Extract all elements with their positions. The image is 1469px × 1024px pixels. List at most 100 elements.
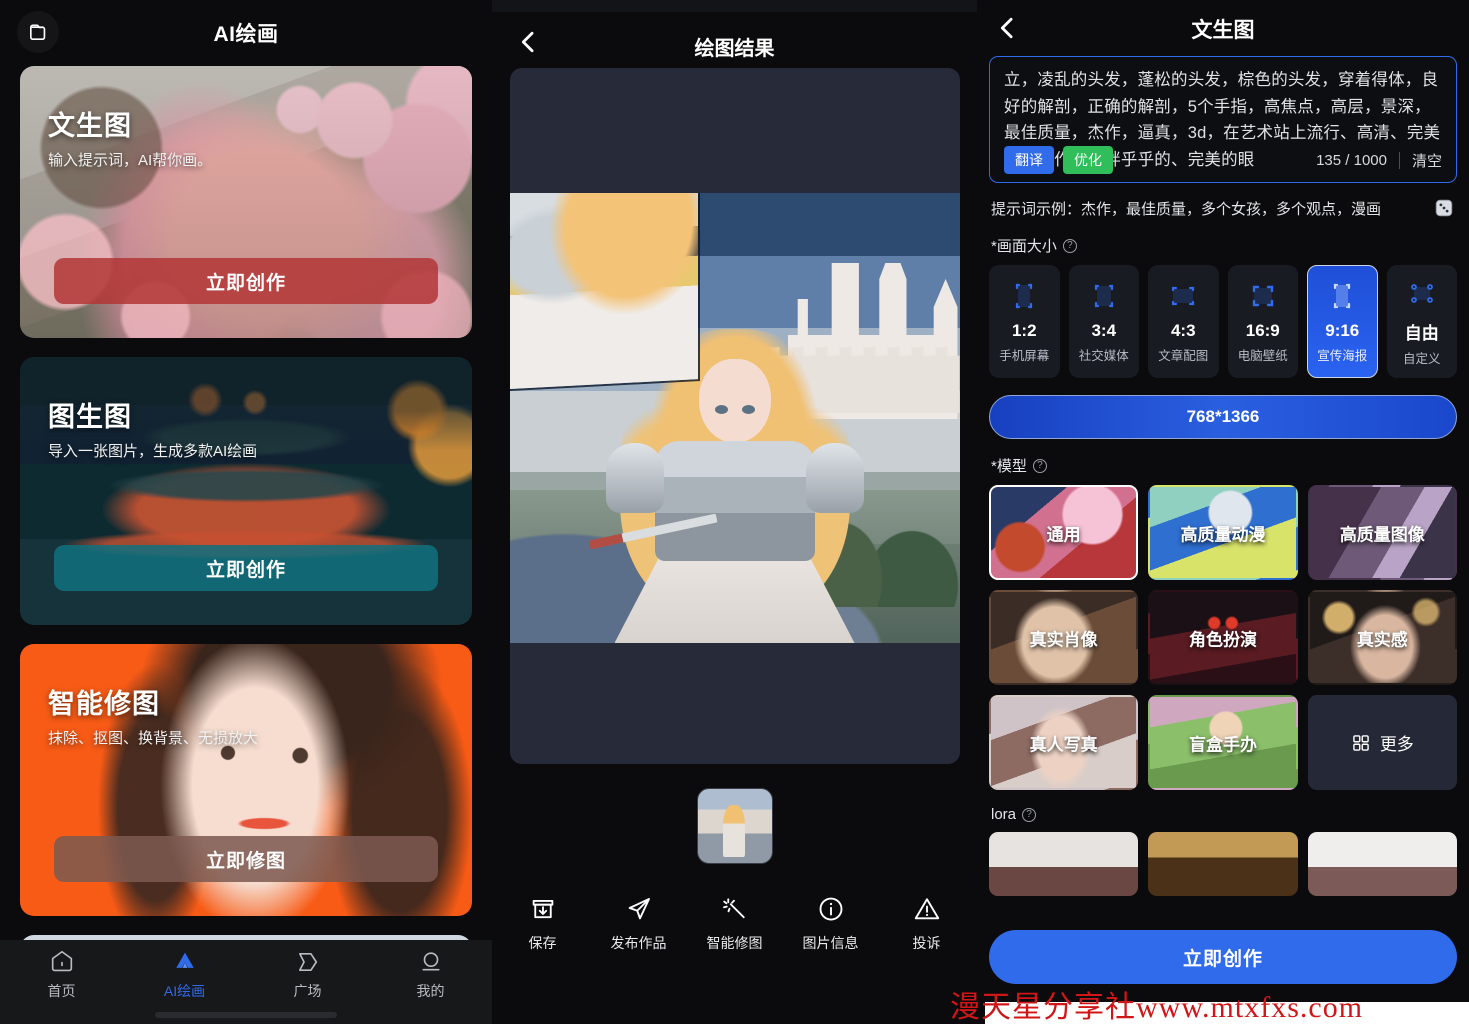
save-download-icon xyxy=(532,899,553,919)
tab-label: AI绘画 xyxy=(163,983,206,999)
model-option-more[interactable]: 更多 xyxy=(1307,695,1457,790)
optimize-button[interactable]: 优化 xyxy=(1063,146,1113,174)
card-subtitle: 输入提示词，AI帮你画。 xyxy=(48,152,213,169)
ratio-usage: 手机屏幕 xyxy=(999,349,1050,363)
card-title: 智能修图 xyxy=(48,689,160,719)
question-mark-icon[interactable]: ? xyxy=(1032,458,1047,473)
publish-send-icon xyxy=(628,898,650,920)
model-name: 高质量动漫 xyxy=(1180,525,1266,544)
dice-icon[interactable] xyxy=(1433,197,1455,219)
info-circle-icon xyxy=(819,897,842,921)
ratio-usage: 宣传海报 xyxy=(1317,349,1368,363)
ratio-value: 16:9 xyxy=(1245,321,1280,340)
aspect-ratio-selector: 1:2 手机屏幕 3:4 社交媒体 4:3 文章配图 16:9 电脑壁纸 9:1… xyxy=(977,265,1469,378)
model-name: 高质量图像 xyxy=(1339,525,1425,544)
model-label-text: *模型 xyxy=(991,458,1027,475)
model-name: 通用 xyxy=(1046,525,1081,544)
action-report[interactable]: 投诉 xyxy=(899,894,955,953)
model-option-blindbox[interactable]: 盲盒手办 xyxy=(1148,695,1297,790)
sidebar-item-home[interactable]: 首页 xyxy=(0,948,123,1024)
ratio-option-4-3[interactable]: 4:3 文章配图 xyxy=(1148,265,1219,378)
eye-left xyxy=(714,405,728,414)
generated-image-stage[interactable] xyxy=(509,68,960,764)
resolution-value[interactable]: 768*1366 xyxy=(989,395,1457,439)
ratio-usage: 文章配图 xyxy=(1158,349,1209,363)
action-save[interactable]: 保存 xyxy=(515,894,571,953)
action-image-info[interactable]: 图片信息 xyxy=(803,894,859,953)
lora-option[interactable] xyxy=(1307,832,1457,896)
generated-image[interactable] xyxy=(509,193,960,643)
sidebar-item-profile[interactable]: 我的 xyxy=(369,948,492,1024)
feature-card-list: 文生图 输入提示词，AI帮你画。 立即创作 图生图 导入一张图片，生成多款AI绘… xyxy=(0,66,492,1024)
action-label: 智能修图 xyxy=(706,935,763,951)
ratio-option-9-16[interactable]: 9:16 宣传海报 xyxy=(1307,265,1378,378)
ai-paint-icon xyxy=(175,952,194,968)
card-title: 图生图 xyxy=(48,402,132,432)
ratio-value: 4:3 xyxy=(1170,321,1196,340)
eye-right xyxy=(741,405,755,414)
ratio-option-16-9[interactable]: 16:9 电脑壁纸 xyxy=(1227,265,1298,378)
home-icon xyxy=(51,950,72,972)
model-name: 真实感 xyxy=(1356,630,1408,649)
model-option-real-portrait[interactable]: 真实肖像 xyxy=(989,590,1138,685)
action-label: 投诉 xyxy=(912,935,941,951)
ratio-value: 9:16 xyxy=(1325,321,1360,340)
armor-shape xyxy=(654,441,815,561)
ratio-frame-icon xyxy=(1007,279,1041,313)
home-header: AI绘画 xyxy=(0,0,492,66)
retouch-now-button[interactable]: 立即修图 xyxy=(54,836,438,882)
image-thumbnail[interactable] xyxy=(696,788,773,864)
model-option-hq-anime[interactable]: 高质量动漫 xyxy=(1148,485,1297,580)
question-mark-icon[interactable]: ? xyxy=(1062,238,1077,253)
ratio-option-1-2[interactable]: 1:2 手机屏幕 xyxy=(989,265,1060,378)
card-text-to-image[interactable]: 文生图 输入提示词，AI帮你画。 立即创作 xyxy=(20,66,472,338)
create-now-button[interactable]: 立即创作 xyxy=(54,545,438,591)
divider xyxy=(1398,151,1400,169)
ratio-usage: 电脑壁纸 xyxy=(1237,349,1288,363)
page-title: AI绘画 xyxy=(213,23,279,46)
more-label: 更多 xyxy=(1379,735,1414,754)
model-option-roleplay[interactable]: 角色扮演 xyxy=(1148,590,1297,685)
create-now-button[interactable]: 立即创作 xyxy=(989,930,1457,984)
grid-icon xyxy=(1353,734,1369,751)
model-option-general[interactable]: 通用 xyxy=(989,485,1139,580)
card-subtitle: 导入一张图片，生成多款AI绘画 xyxy=(48,443,258,460)
ratio-value: 3:4 xyxy=(1091,321,1117,340)
action-smart-retouch[interactable]: 智能修图 xyxy=(707,894,763,953)
question-mark-icon[interactable]: ? xyxy=(1022,807,1037,822)
model-option-real-photo[interactable]: 真人写真 xyxy=(989,695,1138,790)
ratio-frame-icon xyxy=(1325,279,1359,313)
model-name: 真实肖像 xyxy=(1029,630,1098,649)
card-image-to-image[interactable]: 图生图 导入一张图片，生成多款AI绘画 立即创作 xyxy=(20,357,472,625)
lora-option[interactable] xyxy=(989,832,1139,896)
lora-option[interactable] xyxy=(1148,832,1298,896)
card-smart-retouch[interactable]: 智能修图 抹除、抠图、换背景、无损放大 立即修图 xyxy=(20,644,472,916)
model-selector-grid: 通用 高质量动漫 高质量图像 真实肖像 角色扮演 真实感 真人写真 盲盒手办 更… xyxy=(977,485,1469,790)
status-bar xyxy=(492,0,977,12)
ratio-value: 1:2 xyxy=(1011,321,1037,340)
model-name: 角色扮演 xyxy=(1188,630,1257,649)
ratio-frame-icon xyxy=(1246,279,1280,313)
inset-detail-panel xyxy=(509,193,700,391)
ratio-frame-icon xyxy=(1166,279,1200,313)
ratio-option-3-4[interactable]: 3:4 社交媒体 xyxy=(1068,265,1139,378)
action-publish[interactable]: 发布作品 xyxy=(611,894,667,953)
model-name: 盲盒手办 xyxy=(1188,735,1257,754)
create-now-button[interactable]: 立即创作 xyxy=(54,258,438,304)
thumbnail-strip xyxy=(492,788,977,864)
plaza-icon xyxy=(298,953,317,971)
model-option-hq-image[interactable]: 高质量图像 xyxy=(1307,485,1457,580)
home-indicator xyxy=(155,1012,337,1018)
card-subtitle: 抹除、抠图、换背景、无损放大 xyxy=(48,730,259,747)
generated-image-art xyxy=(509,193,960,643)
ratio-option-free[interactable]: 自由 自定义 xyxy=(1386,265,1457,378)
ratio-custom-icon xyxy=(1405,277,1439,311)
model-option-realism[interactable]: 真实感 xyxy=(1308,590,1457,685)
clear-button[interactable]: 清空 xyxy=(1412,150,1442,171)
prompt-input[interactable]: 立，凌乱的头发，蓬松的头发，棕色的头发，穿着得体，良好的解剖，正确的解剖，5个手… xyxy=(989,56,1457,183)
lora-selector-row xyxy=(977,832,1469,896)
action-label: 保存 xyxy=(528,935,557,951)
tab-label: 广场 xyxy=(293,983,322,999)
translate-button[interactable]: 翻译 xyxy=(1004,146,1054,174)
page-title: 绘图结果 xyxy=(694,38,775,60)
